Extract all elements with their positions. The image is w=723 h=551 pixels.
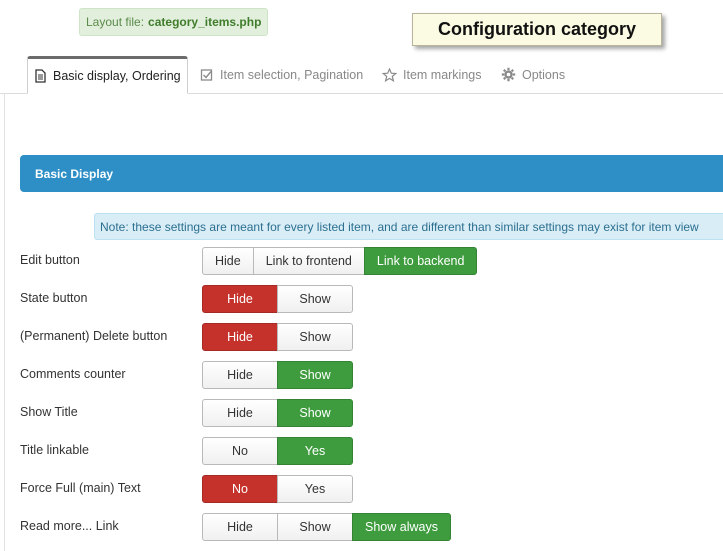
setting-label: Edit button xyxy=(20,253,80,267)
option-show-always[interactable]: Show always xyxy=(352,513,451,541)
config-title-callout: Configuration category xyxy=(412,13,662,46)
setting-row-edit-button: Edit button Hide Link to frontend Link t… xyxy=(0,247,723,275)
option-yes[interactable]: Yes xyxy=(277,475,353,503)
checkbox-icon xyxy=(200,68,213,81)
option-show[interactable]: Show xyxy=(277,513,353,541)
toggle-group: Hide Link to frontend Link to backend xyxy=(202,247,478,275)
star-icon xyxy=(382,67,397,82)
layout-file-value: category_items.php xyxy=(148,15,262,29)
tab-item-selection[interactable]: Item selection, Pagination xyxy=(200,56,363,93)
option-link-to-frontend[interactable]: Link to frontend xyxy=(252,247,365,275)
toggle-group: Hide Show xyxy=(202,323,353,351)
tab-label: Options xyxy=(522,67,566,82)
tab-basic-display[interactable]: Basic display, Ordering xyxy=(27,56,188,94)
option-hide[interactable]: Hide xyxy=(202,399,278,427)
section-header-basic-display: Basic Display xyxy=(20,155,723,192)
toggle-group: No Yes xyxy=(202,475,353,503)
toggle-group: No Yes xyxy=(202,437,353,465)
option-hide[interactable]: Hide xyxy=(202,323,278,351)
setting-row-state-button: State button Hide Show xyxy=(0,285,723,313)
setting-label: Title linkable xyxy=(20,443,90,457)
toggle-group: Hide Show Show always xyxy=(202,513,451,541)
section-title: Basic Display xyxy=(35,166,114,181)
setting-label: Comments counter xyxy=(20,367,126,381)
toggle-group: Hide Show xyxy=(202,285,353,313)
document-icon xyxy=(35,69,46,83)
setting-label: (Permanent) Delete button xyxy=(20,329,168,343)
option-link-to-backend[interactable]: Link to backend xyxy=(363,247,478,275)
setting-label: Read more... Link xyxy=(20,519,119,533)
setting-row-comments-counter: Comments counter Hide Show xyxy=(0,361,723,389)
option-show[interactable]: Show xyxy=(277,399,353,427)
option-show[interactable]: Show xyxy=(277,285,353,313)
setting-row-show-title: Show Title Hide Show xyxy=(0,399,723,427)
setting-row-read-more-link: Read more... Link Hide Show Show always xyxy=(0,513,723,541)
setting-row-title-linkable: Title linkable No Yes xyxy=(0,437,723,465)
toggle-group: Hide Show xyxy=(202,399,353,427)
info-note: Note: these settings are meant for every… xyxy=(94,213,723,240)
option-hide[interactable]: Hide xyxy=(202,513,278,541)
layout-file-label: Layout file: xyxy=(86,15,145,29)
option-hide[interactable]: Hide xyxy=(202,247,254,275)
option-no[interactable]: No xyxy=(202,437,278,465)
tab-label: Item selection, Pagination xyxy=(220,67,364,82)
option-show[interactable]: Show xyxy=(277,361,353,389)
tab-options[interactable]: Options xyxy=(501,56,565,93)
setting-label: State button xyxy=(20,291,88,305)
tab-label: Item markings xyxy=(403,67,482,82)
setting-label: Show Title xyxy=(20,405,78,419)
option-no[interactable]: No xyxy=(202,475,278,503)
setting-row-force-full-text: Force Full (main) Text No Yes xyxy=(0,475,723,503)
option-hide[interactable]: Hide xyxy=(202,361,278,389)
toggle-group: Hide Show xyxy=(202,361,353,389)
option-hide[interactable]: Hide xyxy=(202,285,278,313)
tab-label: Basic display, Ordering xyxy=(53,69,181,83)
tab-item-markings[interactable]: Item markings xyxy=(382,56,482,93)
tab-bar: Basic display, Ordering Item selection, … xyxy=(0,56,723,94)
option-yes[interactable]: Yes xyxy=(277,437,353,465)
gear-icon xyxy=(501,67,516,82)
option-show[interactable]: Show xyxy=(277,323,353,351)
layout-file-badge: Layout file: category_items.php xyxy=(79,8,269,36)
setting-label: Force Full (main) Text xyxy=(20,481,141,495)
setting-row-delete-button: (Permanent) Delete button Hide Show xyxy=(0,323,723,351)
